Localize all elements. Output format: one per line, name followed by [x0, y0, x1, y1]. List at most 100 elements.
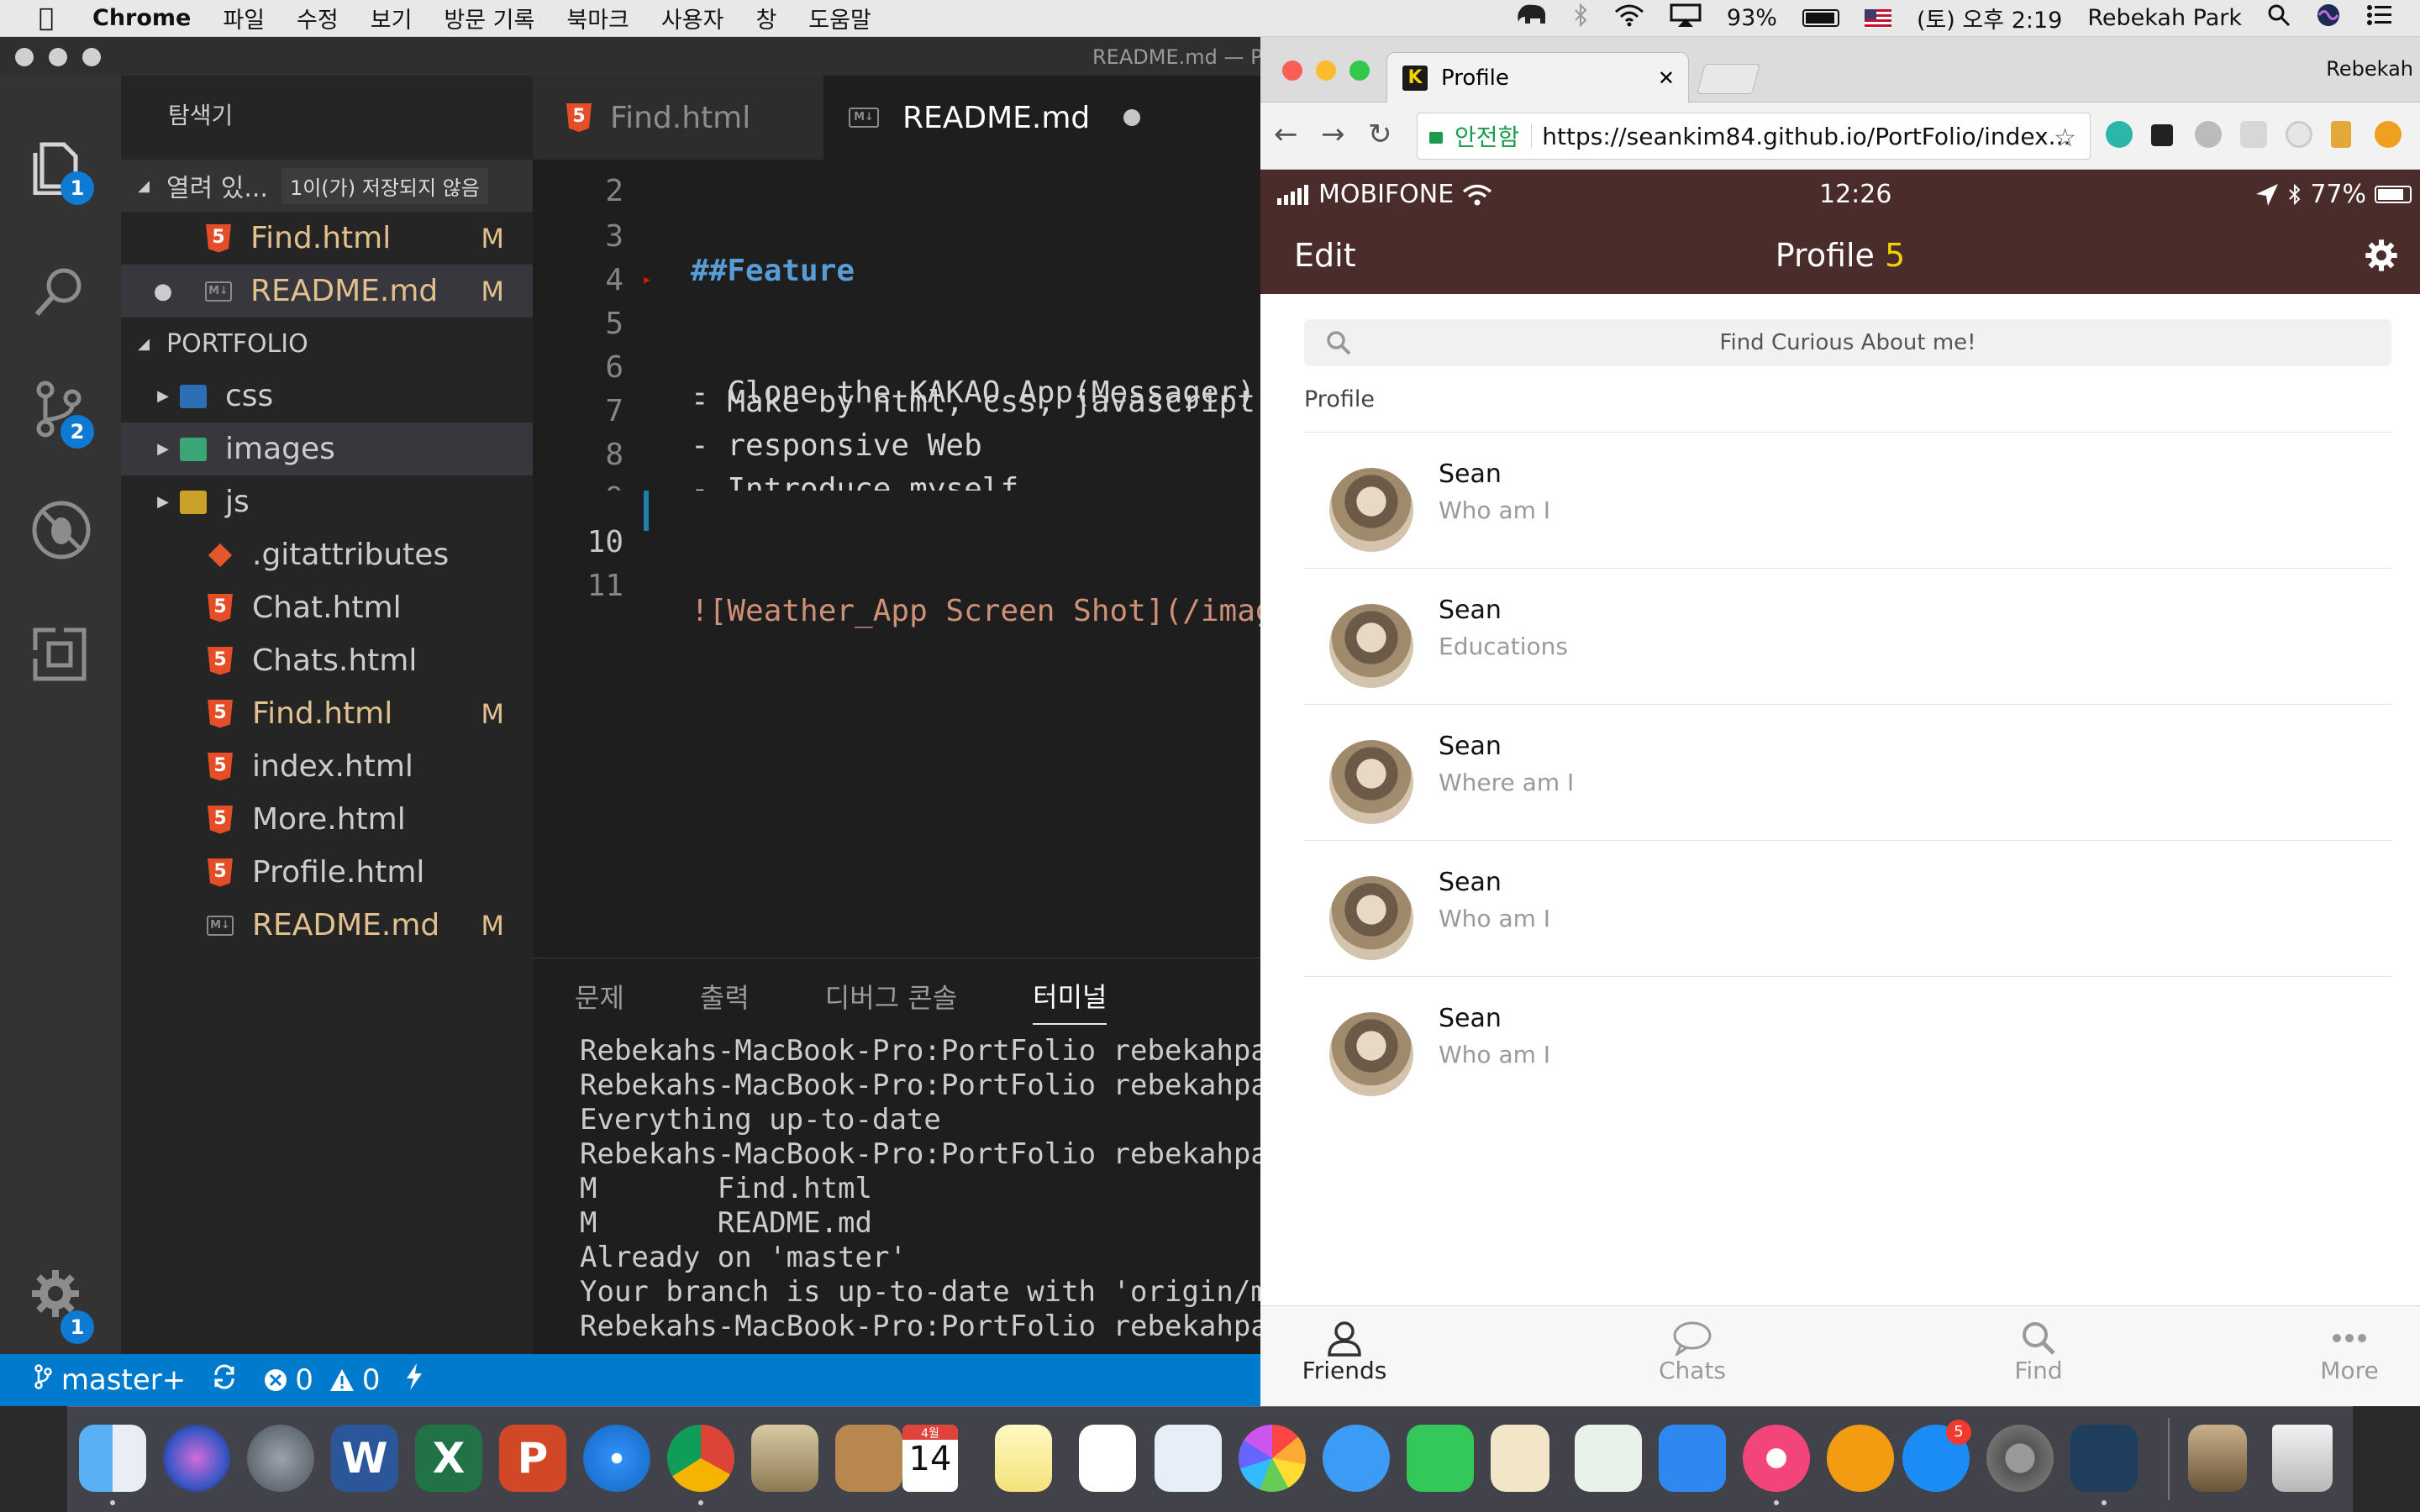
- launchpad-rocket-icon[interactable]: [247, 1425, 314, 1492]
- unsaved-dot-icon[interactable]: ●: [138, 279, 188, 304]
- lightning-icon[interactable]: [405, 1362, 424, 1398]
- open-editors-section[interactable]: ◢ 열려 있... 1이(가) 저장되지 않음: [121, 160, 533, 212]
- notification-center-icon[interactable]: [2366, 4, 2391, 32]
- system-preferences-icon[interactable]: [1986, 1425, 2054, 1492]
- mail-stamp-icon[interactable]: [751, 1425, 818, 1492]
- eyedropper-extension-icon[interactable]: [2151, 124, 2173, 146]
- keynote-icon[interactable]: [1659, 1425, 1726, 1492]
- problems-indicator[interactable]: 0 0: [263, 1363, 380, 1397]
- menu-history[interactable]: 방문 기록: [444, 2, 534, 34]
- preview-icon[interactable]: [1155, 1425, 1222, 1492]
- calendar-icon[interactable]: 4월 14: [902, 1425, 958, 1492]
- input-source-flag-icon[interactable]: [1864, 8, 1891, 28]
- portfolio-folder-section[interactable]: ◢ PORTFOLIO: [121, 318, 533, 370]
- numbers-icon[interactable]: [1575, 1425, 1642, 1492]
- menu-view[interactable]: 보기: [371, 2, 413, 34]
- word-icon[interactable]: W: [331, 1425, 398, 1492]
- reminders-icon[interactable]: [1079, 1425, 1136, 1492]
- app-menu[interactable]: Chrome: [92, 5, 191, 31]
- expand-arrow-icon[interactable]: ▶: [146, 493, 180, 511]
- expand-arrow-icon[interactable]: ▶: [146, 387, 180, 405]
- sync-icon[interactable]: [211, 1363, 238, 1398]
- facetime-icon[interactable]: [1407, 1425, 1474, 1492]
- powerpoint-icon[interactable]: P: [499, 1425, 566, 1492]
- friend-list-item[interactable]: Sean Who am I: [1304, 841, 2391, 977]
- menu-edit[interactable]: 수정: [297, 2, 339, 34]
- menu-clock[interactable]: (토) 오후 2:19: [1917, 2, 2062, 34]
- trash-icon[interactable]: [2272, 1425, 2333, 1492]
- git-branch[interactable]: master+: [34, 1363, 186, 1397]
- tree-item-file[interactable]: M↓ README.md M: [121, 899, 533, 952]
- tab-find[interactable]: Find: [1954, 1320, 2123, 1384]
- excel-icon[interactable]: X: [415, 1425, 482, 1492]
- tab-more[interactable]: More: [2265, 1320, 2420, 1384]
- friend-list-item[interactable]: Sean Educations: [1304, 569, 2391, 705]
- friend-list-item[interactable]: Sean Who am I: [1304, 433, 2391, 569]
- menu-file[interactable]: 파일: [223, 2, 265, 34]
- open-editor-item[interactable]: ● M↓ README.md M: [121, 265, 533, 318]
- pages-icon[interactable]: [1491, 1425, 1549, 1492]
- source-control-icon[interactable]: 2: [30, 380, 94, 449]
- ibooks-icon[interactable]: [1827, 1425, 1894, 1492]
- extension-icon[interactable]: [2331, 121, 2351, 148]
- bluetooth-icon[interactable]: [1574, 3, 1589, 33]
- messages-icon[interactable]: [1323, 1425, 1390, 1492]
- tree-item-images[interactable]: ▶ images: [121, 423, 533, 475]
- tab-find-html[interactable]: 5 Find.html: [533, 76, 823, 160]
- open-editor-item[interactable]: 5 Find.html M: [121, 212, 533, 265]
- tree-item-file[interactable]: 5 Chat.html: [121, 581, 533, 634]
- tab-problems[interactable]: 문제: [575, 969, 624, 1024]
- notes-icon[interactable]: [995, 1425, 1052, 1492]
- tab-friends[interactable]: Friends: [1260, 1320, 1428, 1384]
- chrome-icon[interactable]: [667, 1425, 734, 1492]
- tree-item-file[interactable]: 5 index.html: [121, 740, 533, 793]
- back-arrow-icon[interactable]: ←: [1274, 118, 1298, 151]
- extension-icon[interactable]: [2286, 121, 2312, 148]
- close-tab-icon[interactable]: ✕: [1658, 66, 1675, 90]
- menu-help[interactable]: 도움말: [808, 2, 871, 34]
- tab-output[interactable]: 출력: [700, 969, 750, 1024]
- siri-icon[interactable]: [2316, 3, 2341, 34]
- itunes-icon[interactable]: [1743, 1425, 1810, 1492]
- battery-icon[interactable]: [1802, 9, 1839, 27]
- debug-icon[interactable]: [30, 499, 92, 561]
- apple-menu-icon[interactable]: : [0, 3, 92, 33]
- siri-icon[interactable]: [163, 1425, 230, 1492]
- globe-extension-icon[interactable]: [2195, 121, 2222, 148]
- close-window-button[interactable]: [15, 48, 34, 66]
- code-editor[interactable]: 2 3 ##Feature 4 5 ▸ - Clone the KAKAO Ap…: [533, 160, 1260, 958]
- tree-item-js[interactable]: ▶ js: [121, 475, 533, 528]
- new-tab-button[interactable]: [1697, 64, 1760, 94]
- friend-list-item[interactable]: Sean Where am I: [1304, 705, 2391, 841]
- bookmark-star-icon[interactable]: ☆: [2054, 123, 2076, 153]
- tree-item-file[interactable]: 5 Chats.html: [121, 634, 533, 687]
- zoom-window-button[interactable]: [1349, 60, 1370, 81]
- collapse-caret-icon[interactable]: ◢: [121, 177, 166, 195]
- tree-item-file[interactable]: 5 Find.html M: [121, 687, 533, 740]
- tab-debug-console[interactable]: 디버그 콘솔: [825, 969, 957, 1024]
- tab-terminal[interactable]: 터미널: [1033, 968, 1107, 1025]
- menu-user-name[interactable]: Rebekah Park: [2087, 5, 2242, 31]
- extensions-icon[interactable]: [30, 625, 92, 687]
- menu-window[interactable]: 창: [755, 2, 776, 34]
- minimize-window-button[interactable]: [1316, 60, 1336, 81]
- contacts-icon[interactable]: [835, 1425, 902, 1492]
- extension-icon[interactable]: [2106, 121, 2133, 148]
- chrome-profile-name[interactable]: Rebekah: [2326, 57, 2413, 81]
- extension-icon[interactable]: [2240, 121, 2267, 148]
- downloads-stack-icon[interactable]: [2188, 1425, 2247, 1492]
- menu-people[interactable]: 사용자: [661, 2, 724, 34]
- terminal[interactable]: Rebekahs-MacBook-Pro:PortFolio rebekahpa…: [533, 1034, 1260, 1344]
- close-window-button[interactable]: [1282, 60, 1302, 81]
- settings-gear-icon[interactable]: 1: [30, 1268, 94, 1344]
- tree-item-file[interactable]: 5 More.html: [121, 793, 533, 846]
- tree-item-css[interactable]: ▶ css: [121, 370, 533, 423]
- collapse-caret-icon[interactable]: ◢: [121, 335, 166, 353]
- tab-chats[interactable]: Chats: [1608, 1320, 1776, 1384]
- extension-icon[interactable]: [2375, 121, 2402, 148]
- wifi-icon[interactable]: [1614, 3, 1644, 33]
- expand-arrow-icon[interactable]: ▶: [146, 440, 180, 458]
- search-icon[interactable]: [30, 262, 92, 324]
- browser-tab-profile[interactable]: K Profile ✕: [1386, 52, 1689, 102]
- spotlight-search-icon[interactable]: [2267, 3, 2291, 33]
